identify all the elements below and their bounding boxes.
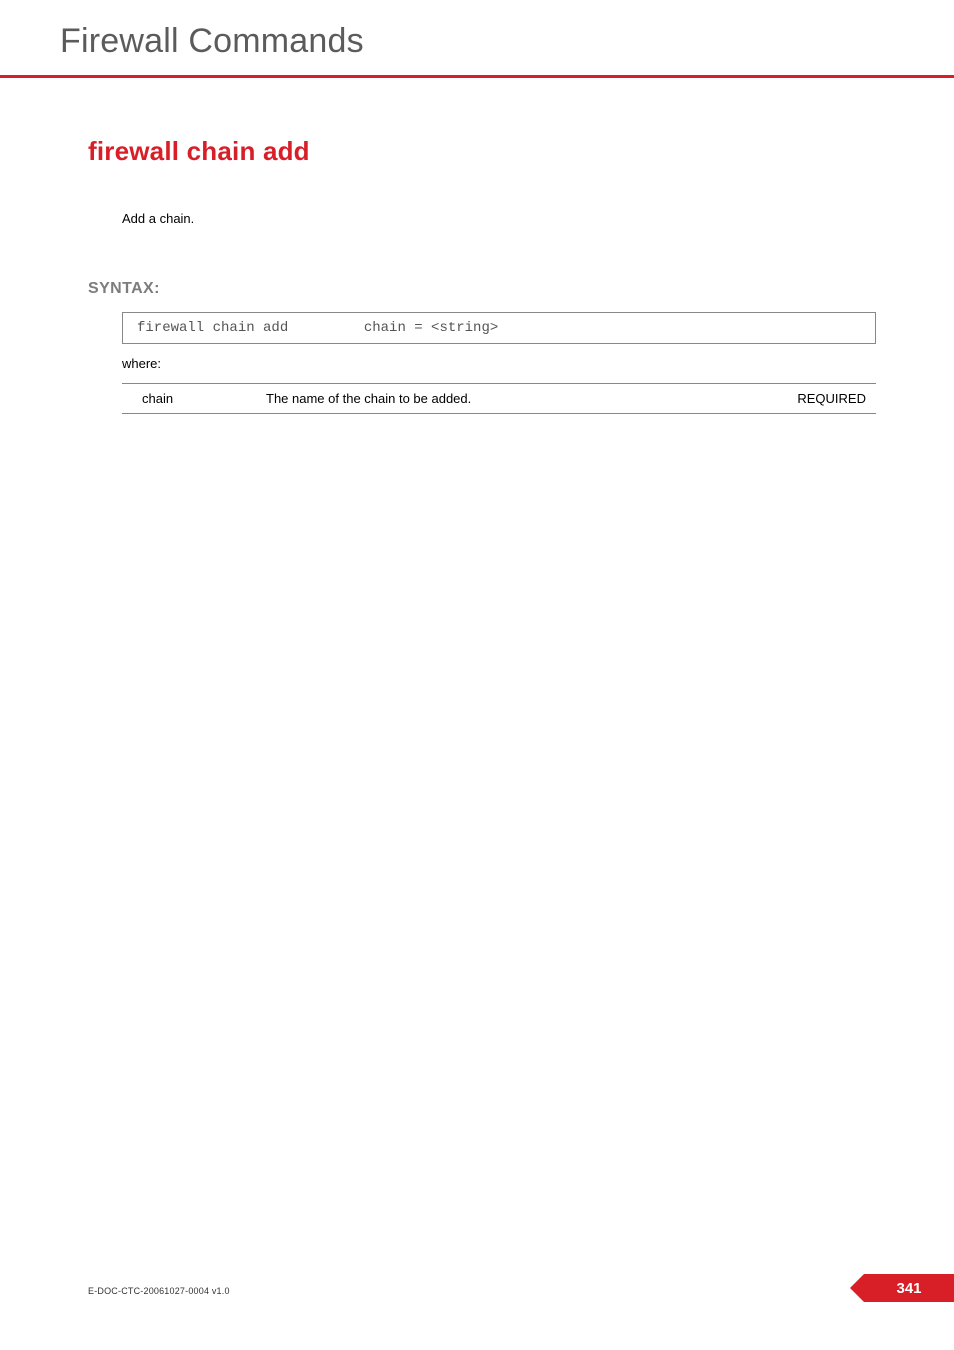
param-required: REQUIRED [766,384,876,414]
syntax-line: firewall chain add chain = <string> [137,320,498,336]
where-label: where: [122,356,866,371]
command-title: firewall chain add [88,136,866,167]
document-id: E-DOC-CTC-20061027-0004 v1.0 [88,1286,230,1296]
syntax-label: SYNTAX: [88,280,866,298]
syntax-box: firewall chain add chain = <string> [122,312,876,344]
page-footer: E-DOC-CTC-20061027-0004 v1.0 341 [0,1274,954,1302]
command-description: Add a chain. [122,211,866,226]
param-name: chain [122,384,262,414]
table-row: chain The name of the chain to be added.… [122,384,876,414]
page-number-flag: 341 [864,1274,954,1302]
page-number: 341 [896,1280,921,1297]
section-title: Firewall Commands [60,22,954,61]
param-description: The name of the chain to be added. [262,384,766,414]
parameters-table: chain The name of the chain to be added.… [122,383,876,414]
